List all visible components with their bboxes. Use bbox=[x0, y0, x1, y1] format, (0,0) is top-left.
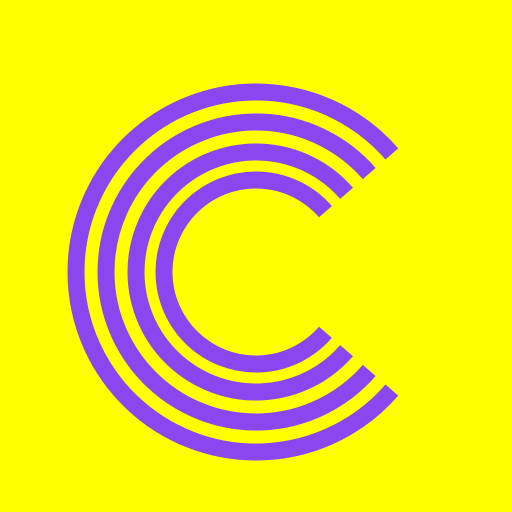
concentric-c-logo-icon bbox=[0, 0, 512, 512]
app-icon-canvas bbox=[0, 0, 512, 512]
